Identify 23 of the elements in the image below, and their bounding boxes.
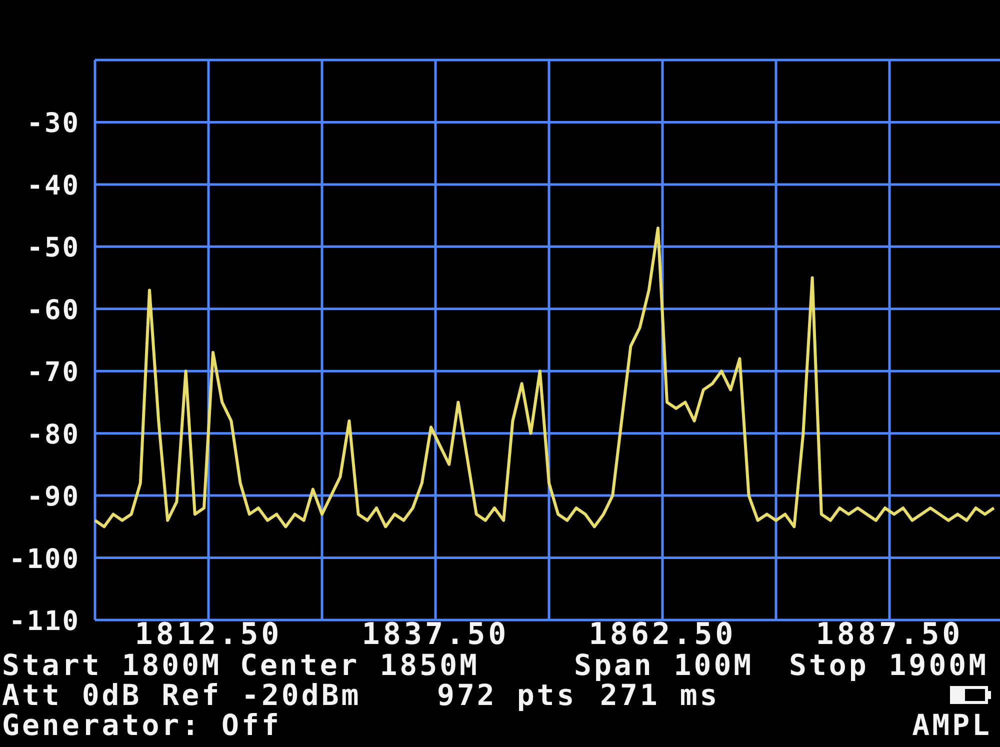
x-tick-label: 1887.50 [816,617,964,650]
x-tick-label: 1812.50 [134,617,282,650]
span-frequency: Span 100M [574,650,754,680]
start-frequency: Start 1800M [2,650,222,680]
y-tick-label: -100 [8,544,80,575]
mode-label: AMPL [912,710,992,740]
y-tick-label: -90 [26,482,80,513]
x-tick-label: 1837.50 [362,617,510,650]
y-tick-label: -60 [26,294,80,326]
attenuation-reference: Att 0dB Ref -20dBm [2,680,362,710]
center-frequency: Center 1850M [240,650,480,680]
battery-icon [950,686,992,704]
point-count: 972 pts [437,680,577,710]
y-tick-label: -40 [26,170,80,202]
x-tick-label: 1862.50 [588,617,736,650]
y-tick-label: -50 [26,232,80,264]
y-tick-label: -30 [26,108,80,140]
y-tick-label: -80 [26,419,80,450]
sweep-time: 271 ms [600,680,720,710]
generator-status: Generator: Off [2,710,282,740]
y-tick-label: -70 [26,357,80,388]
stop-frequency: Stop 1900M [789,650,989,680]
y-tick-label: -110 [8,606,80,637]
